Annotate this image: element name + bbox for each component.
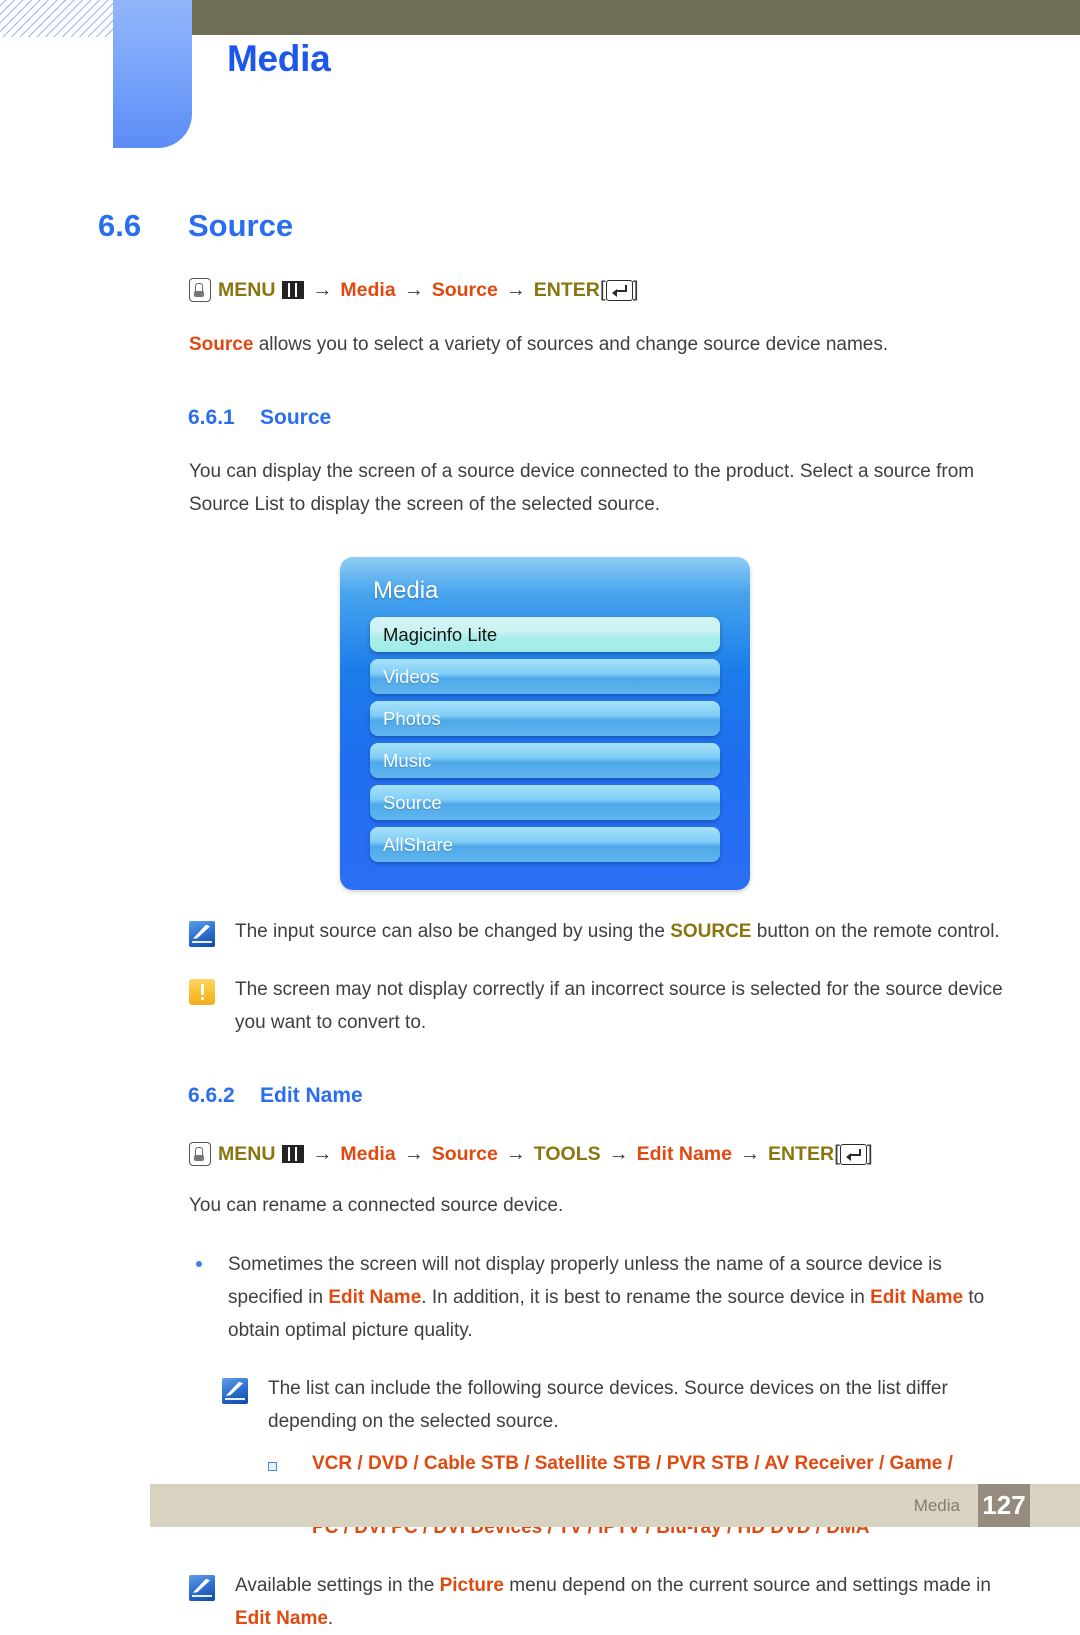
subsection-title: Edit Name	[260, 1084, 363, 1107]
note-icon	[189, 1575, 215, 1601]
bracket-close: ]	[866, 1142, 873, 1165]
path-arrow: →	[403, 1143, 424, 1165]
hand-press-icon	[189, 278, 211, 302]
bullet-keyword-2: Edit Name	[870, 1287, 964, 1308]
path-item-source: Source	[431, 1143, 498, 1165]
hatch-decoration	[0, 0, 114, 37]
osd-panel-title: Media	[373, 577, 439, 604]
subsection-heading-source: 6.6.1 Source	[188, 406, 1080, 430]
source-description: You can display the screen of a source d…	[189, 461, 975, 515]
footer-chapter-label: Media	[913, 1495, 960, 1515]
bullet-p2: . In addition, it is best to rename the …	[421, 1287, 871, 1308]
path-item-enter: ENTER	[767, 1143, 835, 1165]
header-blue-tab	[113, 0, 192, 148]
note-source-button: The input source can also be changed by …	[189, 918, 1008, 948]
note-icon	[189, 921, 215, 947]
caution-icon	[189, 979, 215, 1005]
menu-label: MENU	[218, 1143, 276, 1165]
path-item-enter: ENTER	[533, 279, 600, 301]
path-arrow: →	[739, 1143, 760, 1165]
path-item-source: Source	[431, 279, 498, 301]
note-picture-settings: Available settings in the Picture menu d…	[189, 1572, 1008, 1635]
osd-item-magicinfo-lite[interactable]: Magicinfo Lite	[370, 617, 720, 652]
footer-page-number: 127	[978, 1484, 1030, 1527]
page-header: Media	[0, 0, 1080, 160]
note1-pre: The input source can also be changed by …	[235, 921, 671, 942]
enter-key-icon	[839, 1143, 867, 1165]
osd-item-videos[interactable]: Videos	[370, 659, 720, 694]
note3-p3: .	[327, 1608, 334, 1629]
path-arrow: →	[312, 279, 333, 301]
note1-post: button on the remote control.	[751, 921, 1000, 942]
path-arrow: →	[505, 279, 526, 301]
rename-paragraph: You can rename a connected source device…	[189, 1195, 564, 1216]
path-arrow: →	[608, 1143, 629, 1165]
header-olive-bar	[190, 0, 1080, 35]
note3-p2: menu depend on the current source and se…	[503, 1575, 991, 1596]
section-heading: 6.6 Source	[98, 208, 1080, 244]
hand-press-icon	[189, 1142, 211, 1166]
note3-keyword-2: Edit Name	[235, 1608, 328, 1629]
section-title: Source	[188, 208, 294, 243]
osd-item-allshare[interactable]: AllShare	[370, 827, 720, 862]
intro-paragraph: Source allows you to select a variety of…	[189, 328, 1008, 361]
page-footer: Media 127	[150, 1484, 1080, 1527]
note-text: The input source can also be changed by …	[235, 915, 1000, 948]
subsection-title: Source	[260, 406, 332, 429]
square-bullet-icon	[268, 1448, 312, 1471]
subsection-number: 6.6.1	[188, 406, 235, 429]
menu-bars-icon	[282, 1145, 305, 1163]
bullet-text: Sometimes the screen will not display pr…	[228, 1248, 1005, 1347]
note-icon	[222, 1378, 248, 1404]
enter-key-icon	[605, 279, 633, 301]
page-content: 6.6 Source MENU → Media → Source → ENTER…	[0, 160, 1080, 1635]
note1-keyword: SOURCE	[670, 921, 752, 942]
intro-keyword: Source	[189, 334, 254, 355]
path-item-media: Media	[340, 1143, 396, 1165]
note3-keyword-1: Picture	[439, 1575, 504, 1596]
note3-p1: Available settings in the	[235, 1575, 440, 1596]
bullet-dot-icon	[190, 1248, 228, 1267]
osd-item-photos[interactable]: Photos	[370, 701, 720, 736]
path-item-tools: TOOLS	[533, 1143, 601, 1165]
osd-item-music[interactable]: Music	[370, 743, 720, 778]
menu-label: MENU	[218, 279, 276, 301]
bracket-open: [	[599, 278, 606, 301]
chapter-title: Media	[227, 38, 331, 79]
media-menu-panel: Media Magicinfo Lite Videos Photos Music…	[340, 557, 750, 890]
intro-rest: allows you to select a variety of source…	[253, 334, 889, 355]
menu-bars-icon	[282, 281, 305, 299]
path-arrow: →	[403, 279, 424, 301]
subsection-heading-edit-name: 6.6.2 Edit Name	[188, 1084, 1080, 1108]
osd-screenshot: Media Magicinfo Lite Videos Photos Music…	[0, 557, 1080, 890]
path-item-edit-name: Edit Name	[636, 1143, 732, 1165]
path-arrow: →	[312, 1143, 333, 1165]
path-item-media: Media	[340, 279, 396, 301]
section-number: 6.6	[98, 208, 142, 243]
note-text: Available settings in the Picture menu d…	[235, 1569, 1008, 1635]
osd-item-source[interactable]: Source	[370, 785, 720, 820]
bullet-edit-name-note: Sometimes the screen will not display pr…	[190, 1248, 1005, 1347]
note-text: The list can include the following sourc…	[268, 1378, 948, 1432]
note-device-list: The list can include the following sourc…	[222, 1375, 1008, 1438]
caution-incorrect-source: The screen may not display correctly if …	[189, 976, 1008, 1039]
caution-text: The screen may not display correctly if …	[235, 979, 1003, 1033]
bracket-close: ]	[632, 278, 639, 301]
subsection-number: 6.6.2	[188, 1084, 235, 1107]
menu-path-source: MENU → Media → Source → ENTER [ ]	[189, 277, 1080, 303]
menu-path-edit-name: MENU → Media → Source → TOOLS → Edit Nam…	[189, 1141, 1080, 1167]
bullet-keyword-1: Edit Name	[328, 1287, 422, 1308]
path-arrow: →	[505, 1143, 526, 1165]
